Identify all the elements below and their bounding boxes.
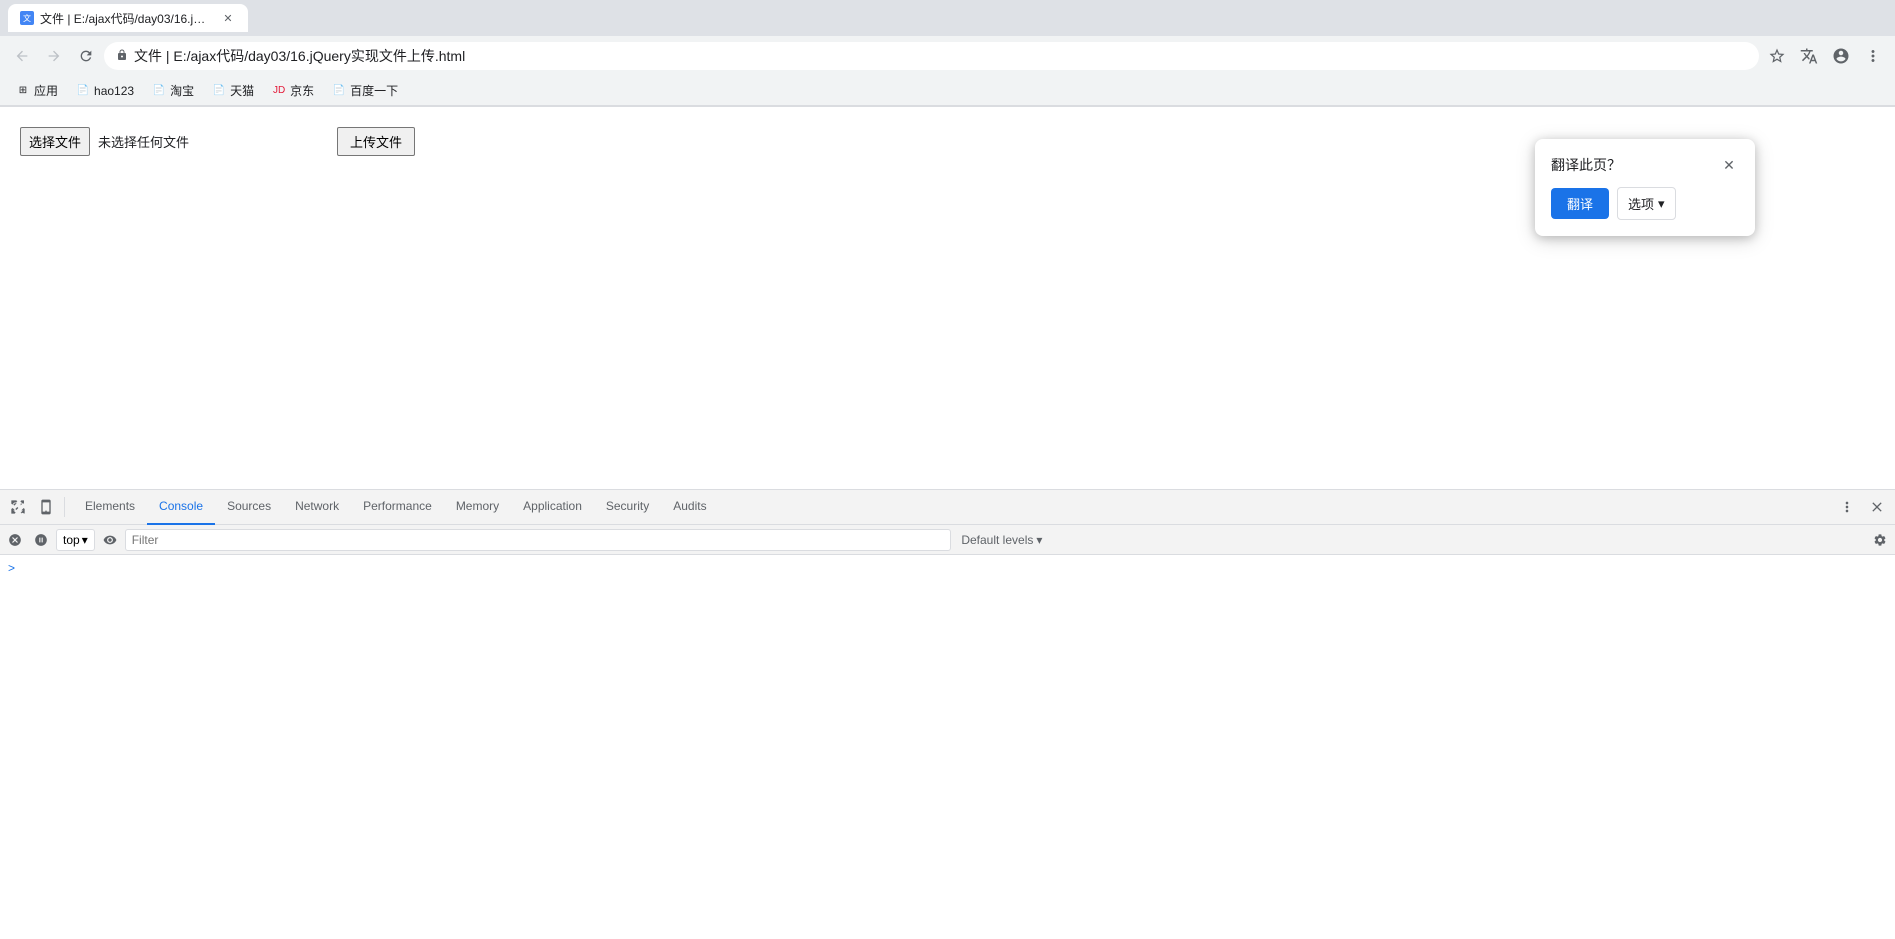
console-settings-button[interactable] xyxy=(1869,529,1891,551)
bookmark-baidu-label: 百度一下 xyxy=(350,82,398,99)
tab-console[interactable]: Console xyxy=(147,490,215,525)
options-label: 选项 xyxy=(1628,194,1654,213)
tab-audits[interactable]: Audits xyxy=(661,490,718,525)
browser-toolbar xyxy=(0,36,1895,76)
console-filter-input[interactable] xyxy=(125,529,952,551)
tab-network[interactable]: Network xyxy=(283,490,351,525)
taobao-icon: 📄 xyxy=(152,84,166,98)
console-eye-button[interactable] xyxy=(99,529,121,551)
tab-application[interactable]: Application xyxy=(511,490,594,525)
tianmao-icon: 📄 xyxy=(212,84,226,98)
active-tab[interactable]: 文 文件 | E:/ajax代码/day03/16.jQuery实现文件上传.h… xyxy=(8,4,248,32)
devtools-panel: Elements Console Sources Network Perform… xyxy=(0,489,1895,939)
tab-title: 文件 | E:/ajax代码/day03/16.jQuery实现文件上传.htm… xyxy=(40,10,214,27)
toolbar-right xyxy=(1763,42,1887,70)
console-clear-button[interactable] xyxy=(4,529,26,551)
hao123-icon: 📄 xyxy=(76,84,90,98)
options-dropdown-icon: ▾ xyxy=(1658,196,1665,212)
translation-popup-header: 翻译此页？ ✕ xyxy=(1551,155,1739,175)
console-block-button[interactable] xyxy=(30,529,52,551)
back-button[interactable] xyxy=(8,42,36,70)
bookmark-star-button[interactable] xyxy=(1763,42,1791,70)
bookmark-tianmao[interactable]: 📄 天猫 xyxy=(204,80,262,101)
translation-close-button[interactable]: ✕ xyxy=(1719,155,1739,175)
bookmark-taobao-label: 淘宝 xyxy=(170,82,194,99)
apps-icon: ⊞ xyxy=(16,84,30,98)
lock-icon xyxy=(116,49,128,64)
tab-favicon: 文 xyxy=(20,11,34,25)
tab-security[interactable]: Security xyxy=(594,490,661,525)
options-button[interactable]: 选项 ▾ xyxy=(1617,187,1676,220)
bookmark-hao123[interactable]: 📄 hao123 xyxy=(68,82,142,100)
choose-file-button[interactable]: 选择文件 xyxy=(20,127,90,156)
console-prompt-line: > xyxy=(4,559,1891,577)
profile-button[interactable] xyxy=(1827,42,1855,70)
browser-chrome: 文 文件 | E:/ajax代码/day03/16.jQuery实现文件上传.h… xyxy=(0,0,1895,107)
translation-popup-title: 翻译此页？ xyxy=(1551,155,1621,175)
bookmark-hao123-label: hao123 xyxy=(94,84,134,98)
bookmark-tianmao-label: 天猫 xyxy=(230,82,254,99)
tab-sources[interactable]: Sources xyxy=(215,490,283,525)
translation-popup: 翻译此页？ ✕ 翻译 选项 ▾ xyxy=(1535,139,1755,236)
translation-actions: 翻译 选项 ▾ xyxy=(1551,187,1739,220)
tab-memory[interactable]: Memory xyxy=(444,490,511,525)
default-levels-select[interactable]: Default levels ▾ xyxy=(955,531,1048,549)
bookmark-jingdong-label: 京东 xyxy=(290,82,314,99)
devtools-header-right xyxy=(1833,493,1891,521)
no-file-label: 未选择任何文件 xyxy=(98,132,189,151)
reload-button[interactable] xyxy=(72,42,100,70)
devtools-close-button[interactable] xyxy=(1863,493,1891,521)
bookmark-taobao[interactable]: 📄 淘宝 xyxy=(144,80,202,101)
console-prompt-icon: > xyxy=(8,561,15,575)
devtools-divider xyxy=(64,497,65,517)
address-input[interactable] xyxy=(134,48,1747,64)
translate-button[interactable]: 翻译 xyxy=(1551,188,1609,219)
tab-performance[interactable]: Performance xyxy=(351,490,444,525)
bookmarks-bar: ⊞ 应用 📄 hao123 📄 淘宝 📄 天猫 JD 京东 📄 百度一下 xyxy=(0,76,1895,106)
context-value: top xyxy=(63,533,80,547)
console-output: > xyxy=(0,555,1895,939)
devtools-device-toggle-button[interactable] xyxy=(32,493,60,521)
devtools-inspect-button[interactable] xyxy=(4,493,32,521)
jingdong-icon: JD xyxy=(272,84,286,98)
menu-button[interactable] xyxy=(1859,42,1887,70)
tab-close-button[interactable]: ✕ xyxy=(220,10,236,26)
default-levels-dropdown-icon: ▾ xyxy=(1036,533,1042,547)
context-select[interactable]: top ▾ xyxy=(56,529,95,551)
page-content: 选择文件 未选择任何文件 上传文件 翻译此页？ ✕ 翻译 选项 ▾ xyxy=(0,107,1895,467)
devtools-header: Elements Console Sources Network Perform… xyxy=(0,490,1895,525)
console-toolbar: top ▾ Default levels ▾ xyxy=(0,525,1895,555)
devtools-tabs: Elements Console Sources Network Perform… xyxy=(69,490,1833,525)
bookmark-jingdong[interactable]: JD 京东 xyxy=(264,80,322,101)
bookmark-apps[interactable]: ⊞ 应用 xyxy=(8,80,66,101)
tab-elements[interactable]: Elements xyxy=(73,490,147,525)
devtools-more-button[interactable] xyxy=(1833,493,1861,521)
upload-button[interactable]: 上传文件 xyxy=(337,127,415,156)
address-bar[interactable] xyxy=(104,42,1759,70)
tab-bar: 文 文件 | E:/ajax代码/day03/16.jQuery实现文件上传.h… xyxy=(0,0,1895,36)
forward-button[interactable] xyxy=(40,42,68,70)
default-levels-label: Default levels xyxy=(961,533,1033,547)
translate-page-button[interactable] xyxy=(1795,42,1823,70)
bookmark-baidu[interactable]: 📄 百度一下 xyxy=(324,80,406,101)
bookmark-apps-label: 应用 xyxy=(34,82,58,99)
context-dropdown-icon: ▾ xyxy=(82,533,88,547)
baidu-icon: 📄 xyxy=(332,84,346,98)
